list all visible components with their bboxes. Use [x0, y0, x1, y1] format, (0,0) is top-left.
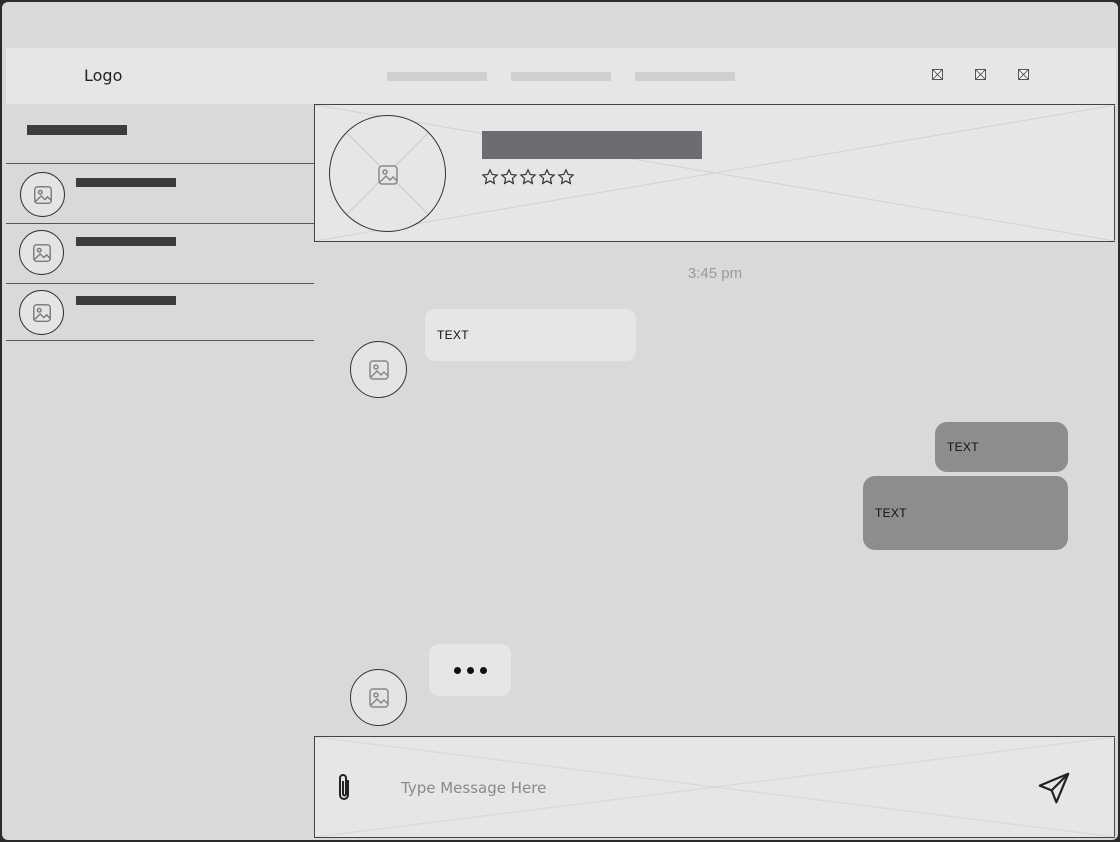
outgoing-message[interactable]: TEXT [863, 476, 1068, 550]
avatar [19, 230, 64, 275]
image-placeholder-icon [32, 243, 51, 262]
chat-header [314, 104, 1115, 242]
contact-item[interactable] [6, 284, 314, 343]
contacts-sidebar [6, 104, 314, 838]
star-icon[interactable] [519, 168, 537, 186]
app-window: Logo 3:45 pm TEXT TEXT TEXT Type Message… [2, 2, 1118, 840]
image-placeholder-icon [378, 165, 398, 185]
divider [6, 340, 314, 341]
image-placeholder-icon [33, 185, 52, 204]
image-placeholder-icon [32, 303, 51, 322]
avatar [20, 172, 65, 217]
profile-avatar[interactable] [329, 115, 446, 232]
typing-dot [453, 666, 461, 674]
typing-dot [479, 666, 487, 674]
logo[interactable]: Logo [84, 66, 122, 85]
contact-item[interactable] [6, 164, 314, 223]
top-navbar: Logo [6, 48, 1116, 104]
image-placeholder-icon [368, 359, 389, 380]
typing-dot [466, 666, 474, 674]
star-icon[interactable] [481, 168, 499, 186]
sender-avatar[interactable] [350, 341, 407, 398]
minimize-icon[interactable] [932, 69, 943, 80]
star-icon[interactable] [538, 168, 556, 186]
maximize-icon[interactable] [975, 69, 986, 80]
nav-link-1[interactable] [387, 72, 487, 81]
image-placeholder-icon [368, 687, 389, 708]
message-input[interactable] [401, 775, 1001, 801]
nav-link-3[interactable] [635, 72, 735, 81]
message-composer [314, 736, 1115, 838]
incoming-message[interactable]: TEXT [425, 309, 636, 361]
contact-item[interactable] [6, 224, 314, 283]
sidebar-title [27, 125, 127, 135]
nav-link-2[interactable] [511, 72, 611, 81]
message-timestamp: 3:45 pm [687, 265, 743, 282]
profile-name [482, 131, 702, 159]
avatar [19, 290, 64, 335]
outgoing-message[interactable]: TEXT [935, 422, 1068, 472]
close-icon[interactable] [1018, 69, 1029, 80]
star-rating[interactable] [481, 168, 575, 186]
star-icon[interactable] [500, 168, 518, 186]
chat-panel: 3:45 pm TEXT TEXT TEXT [314, 104, 1116, 838]
contact-name [76, 296, 176, 305]
contact-name [76, 178, 176, 187]
typing-indicator [429, 644, 511, 696]
sender-avatar[interactable] [350, 669, 407, 726]
star-icon[interactable] [557, 168, 575, 186]
paperclip-icon[interactable] [333, 771, 355, 805]
contact-name [76, 237, 176, 246]
send-icon[interactable] [1035, 769, 1073, 807]
